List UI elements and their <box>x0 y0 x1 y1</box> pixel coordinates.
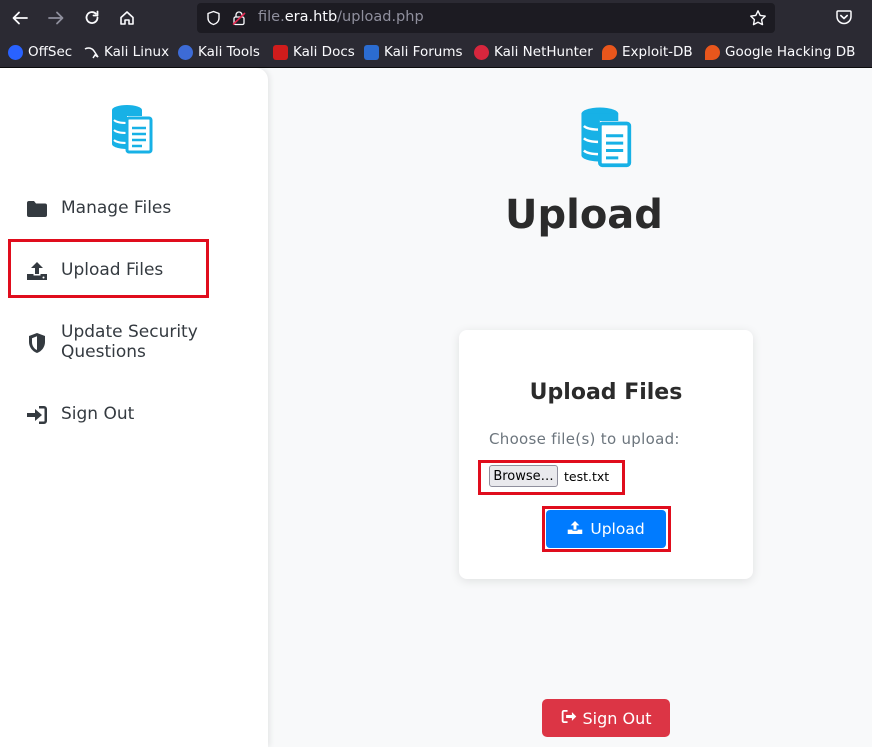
bookmark-kali-docs[interactable]: Kali Docs <box>273 43 355 61</box>
bookmark-offsec[interactable]: OffSec <box>8 43 72 61</box>
offsec-icon <box>8 44 23 60</box>
bookmark-label: OffSec <box>28 44 73 60</box>
kali-forums-icon <box>364 44 379 60</box>
bookmark-kali-forums[interactable]: Kali Forums <box>364 43 463 61</box>
page-title: Upload <box>505 192 663 238</box>
folder-icon <box>26 198 48 220</box>
bookmark-exploit-db[interactable]: Exploit-DB <box>602 43 693 61</box>
browse-button[interactable]: Browse… <box>489 465 558 487</box>
sign-in-icon <box>26 404 48 426</box>
upload-icon <box>26 260 48 282</box>
url-bar[interactable]: file.era.htb/upload.php <box>197 3 775 33</box>
reload-icon[interactable] <box>80 6 104 30</box>
upload-button-label: Upload <box>590 520 645 538</box>
forward-arrow-icon[interactable] <box>44 6 68 30</box>
kali-dragon-icon <box>84 45 99 60</box>
bookmark-kali-nethunter[interactable]: Kali NetHunter <box>474 43 593 61</box>
kali-tools-icon <box>178 44 193 60</box>
bookmark-label: Kali Forums <box>384 44 463 60</box>
database-file-icon <box>110 104 154 158</box>
database-file-icon <box>579 106 633 172</box>
sign-out-button-label: Sign Out <box>582 708 652 728</box>
kali-docs-icon <box>273 44 288 60</box>
bookmark-kali-tools[interactable]: Kali Tools <box>178 43 260 61</box>
file-input-label: Choose file(s) to upload: <box>489 430 680 448</box>
url-prefix: file. <box>258 9 285 25</box>
bookmark-kali-linux[interactable]: Kali Linux <box>84 43 169 61</box>
bookmark-star-icon[interactable] <box>749 9 767 31</box>
insecure-lock-icon[interactable] <box>231 10 247 30</box>
bookmark-label: Kali Tools <box>198 44 260 60</box>
sidebar-item-label: Manage Files <box>61 198 172 218</box>
card-title: Upload Files <box>529 380 683 405</box>
url-text: file.era.htb/upload.php <box>258 9 424 25</box>
web-page: Manage Files Upload Files Update Securit… <box>0 68 872 747</box>
file-input[interactable]: Browse… test.txt <box>489 465 609 487</box>
selected-file-name: test.txt <box>564 468 610 484</box>
back-arrow-icon[interactable] <box>8 6 32 30</box>
upload-card: Upload Files Choose file(s) to upload: B… <box>459 330 753 579</box>
home-icon[interactable] <box>115 6 139 30</box>
ghdb-icon <box>705 44 720 60</box>
upload-button[interactable]: Upload <box>546 510 666 548</box>
sidebar-item-manage-files[interactable]: Manage Files <box>26 198 211 220</box>
sidebar-item-upload-files[interactable]: Upload Files <box>26 260 211 282</box>
nethunter-icon <box>474 44 489 60</box>
sidebar-item-label: Upload Files <box>61 260 164 280</box>
bookmark-google-hacking-db[interactable]: Google Hacking DB <box>705 43 855 61</box>
sign-out-button[interactable]: Sign Out <box>542 699 670 737</box>
bookmarks-bar: OffSec Kali Linux Kali Tools Kali Docs K… <box>0 36 872 68</box>
sidebar-item-label: Sign Out <box>61 404 135 424</box>
sidebar-item-update-security-questions[interactable]: Update Security Questions <box>26 322 211 362</box>
bookmark-label: Exploit-DB <box>622 44 693 60</box>
bookmark-label: Google Hacking DB <box>725 44 856 60</box>
pocket-icon[interactable] <box>835 8 853 30</box>
sidebar-item-label: Update Security Questions <box>61 322 198 362</box>
exploit-db-icon <box>602 44 617 60</box>
upload-icon <box>567 520 583 539</box>
sign-out-icon <box>561 709 577 728</box>
browser-toolbar: file.era.htb/upload.php <box>0 0 872 36</box>
bookmark-label: Kali NetHunter <box>494 44 593 60</box>
sidebar: Manage Files Upload Files Update Securit… <box>0 68 268 747</box>
tracking-protection-icon[interactable] <box>206 10 221 30</box>
bookmark-label: Kali Linux <box>104 44 170 60</box>
shield-icon <box>26 332 48 354</box>
bookmark-label: Kali Docs <box>293 44 355 60</box>
url-path: /upload.php <box>337 9 424 25</box>
url-host: era.htb <box>284 9 338 25</box>
sidebar-item-sign-out[interactable]: Sign Out <box>26 404 211 426</box>
